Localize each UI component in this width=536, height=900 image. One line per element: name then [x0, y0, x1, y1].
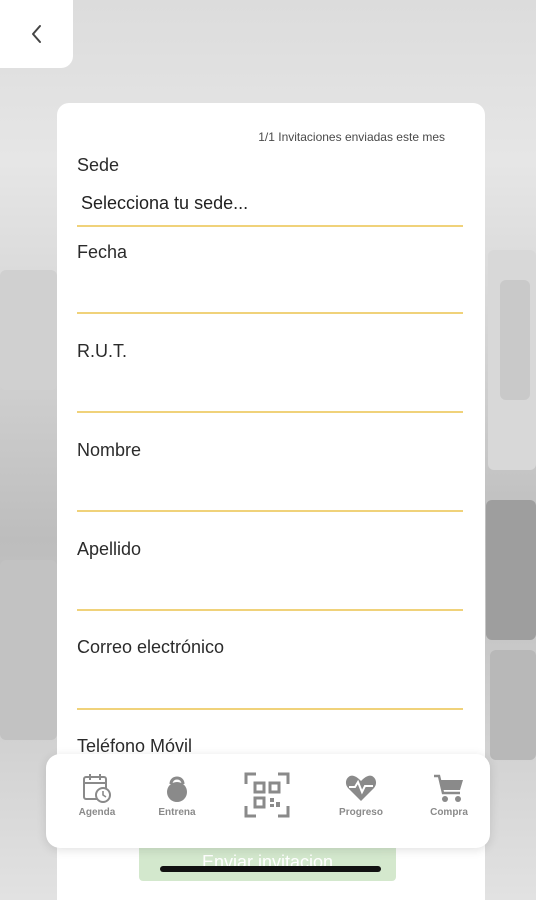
bottom-tab-bar: Agenda Entrena Progreso Compra	[46, 754, 490, 848]
calendar-clock-icon	[83, 774, 111, 803]
rut-label: R.U.T.	[77, 341, 128, 361]
correo-label: Correo electrónico	[77, 637, 225, 657]
apellido-label: Apellido	[77, 539, 142, 559]
nombre-label: Nombre	[77, 440, 142, 460]
send-invitation-button[interactable]: Enviar invitacion	[139, 843, 396, 881]
tab-progreso-label: Progreso	[339, 807, 383, 818]
tab-agenda[interactable]: Agenda	[57, 772, 137, 818]
chevron-left-icon	[31, 25, 41, 43]
sede-field[interactable]: Sede Selecciona tu sede...	[77, 155, 463, 227]
rut-field[interactable]: R.U.T.	[77, 341, 463, 413]
tab-compra-label: Compra	[430, 807, 468, 818]
tab-progreso[interactable]: Progreso	[321, 772, 401, 818]
correo-field[interactable]: Correo electrónico	[77, 637, 463, 710]
tab-compra[interactable]: Compra	[409, 772, 489, 818]
qr-code-icon	[244, 772, 290, 818]
cart-icon	[434, 774, 463, 802]
nombre-underline	[77, 510, 463, 512]
fecha-label: Fecha	[77, 242, 128, 262]
tab-entrena[interactable]: Entrena	[137, 772, 217, 818]
sede-underline	[77, 225, 463, 227]
correo-underline	[77, 708, 463, 710]
fecha-underline	[77, 312, 463, 314]
tab-entrena-label: Entrena	[158, 807, 196, 818]
heart-pulse-icon	[345, 775, 377, 801]
apellido-field[interactable]: Apellido	[77, 539, 463, 611]
nombre-field[interactable]: Nombre	[77, 440, 463, 512]
back-button[interactable]	[0, 0, 73, 68]
sede-label: Sede	[77, 155, 120, 175]
kettlebell-icon	[167, 776, 187, 802]
sede-select[interactable]: Selecciona tu sede...	[81, 193, 248, 214]
apellido-underline	[77, 609, 463, 611]
tab-agenda-label: Agenda	[78, 807, 116, 818]
fecha-field[interactable]: Fecha	[77, 242, 463, 314]
tab-qr[interactable]	[227, 772, 307, 821]
invitations-counter: 1/1 Invitaciones enviadas este mes	[258, 130, 445, 144]
home-indicator	[160, 866, 381, 872]
rut-underline	[77, 411, 463, 413]
